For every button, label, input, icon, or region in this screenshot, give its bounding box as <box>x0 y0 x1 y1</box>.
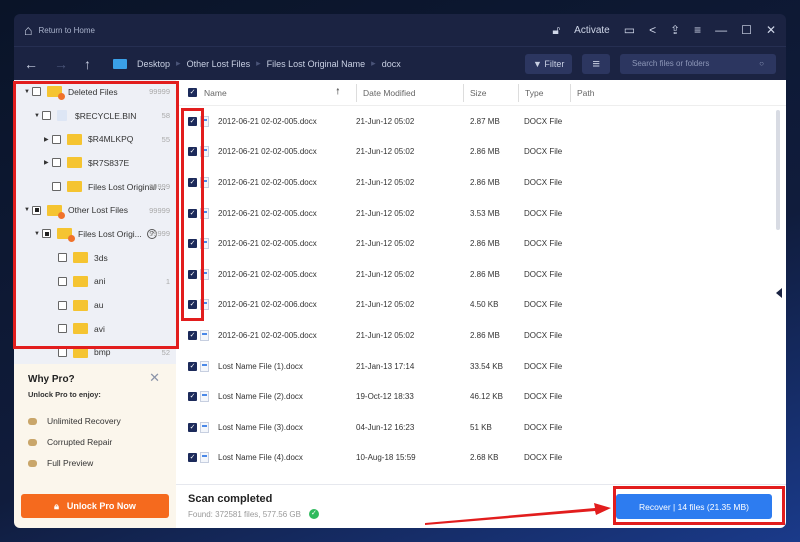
annotation-arrow <box>425 503 611 525</box>
